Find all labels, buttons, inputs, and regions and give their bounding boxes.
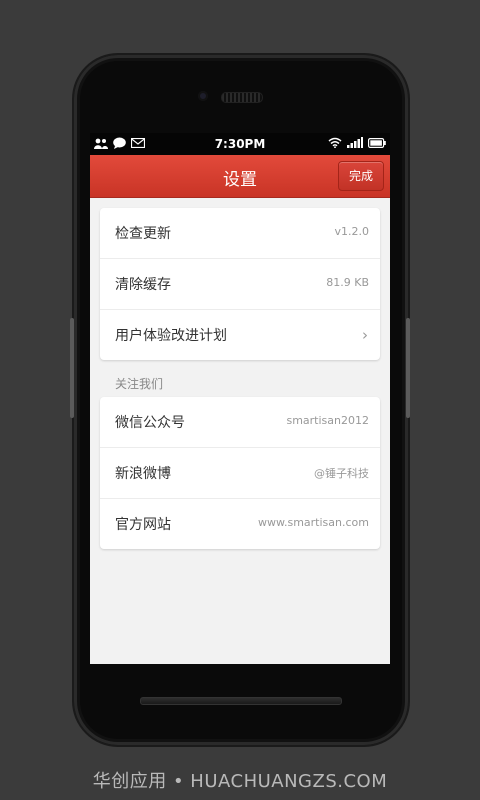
title-bar: 设置 完成 xyxy=(90,155,390,198)
wechat-row[interactable]: 微信公众号 smartisan2012 xyxy=(100,397,380,448)
phone-side-button-left xyxy=(70,318,74,418)
wifi-icon xyxy=(328,137,342,148)
follow-us-header: 关注我们 xyxy=(115,377,164,391)
app-screen: 7:30PM 设置 完成 检查更新 v1.2.0 清除缓存 81.9 KB 用户… xyxy=(90,133,390,664)
row-label: 清除缓存 xyxy=(115,277,171,293)
front-camera xyxy=(198,91,208,101)
user-experience-program-row[interactable]: 用户体验改进计划 › xyxy=(100,310,380,360)
earpiece-speaker xyxy=(221,92,263,103)
weibo-row[interactable]: 新浪微博 @锤子科技 xyxy=(100,448,380,499)
settings-card: 检查更新 v1.2.0 清除缓存 81.9 KB 用户体验改进计划 › xyxy=(100,208,380,360)
wechat-value: smartisan2012 xyxy=(286,414,369,427)
watermark-text: 华创应用 • HUACHUANGZS.COM xyxy=(92,771,388,792)
battery-icon xyxy=(368,137,386,148)
status-right-icons xyxy=(328,137,386,148)
clear-cache-row[interactable]: 清除缓存 81.9 KB xyxy=(100,259,380,310)
check-update-row[interactable]: 检查更新 v1.2.0 xyxy=(100,208,380,259)
cache-size-value: 81.9 KB xyxy=(326,276,369,289)
signal-icon xyxy=(347,137,363,148)
phone-side-button-right xyxy=(406,318,410,418)
version-value: v1.2.0 xyxy=(334,225,370,238)
row-label: 微信公众号 xyxy=(115,415,185,431)
row-label: 用户体验改进计划 xyxy=(115,328,227,344)
follow-card: 微信公众号 smartisan2012 新浪微博 @锤子科技 官方网站 www.… xyxy=(100,397,380,549)
chevron-right-icon: › xyxy=(362,326,368,344)
website-value: www.smartisan.com xyxy=(258,516,369,529)
official-website-row[interactable]: 官方网站 www.smartisan.com xyxy=(100,499,380,549)
row-label: 新浪微博 xyxy=(115,466,171,482)
status-bar: 7:30PM xyxy=(90,133,390,155)
done-button[interactable]: 完成 xyxy=(338,161,384,191)
weibo-value: @锤子科技 xyxy=(314,467,369,480)
row-label: 官方网站 xyxy=(115,517,171,533)
row-label: 检查更新 xyxy=(115,226,171,242)
home-button[interactable] xyxy=(140,697,342,705)
